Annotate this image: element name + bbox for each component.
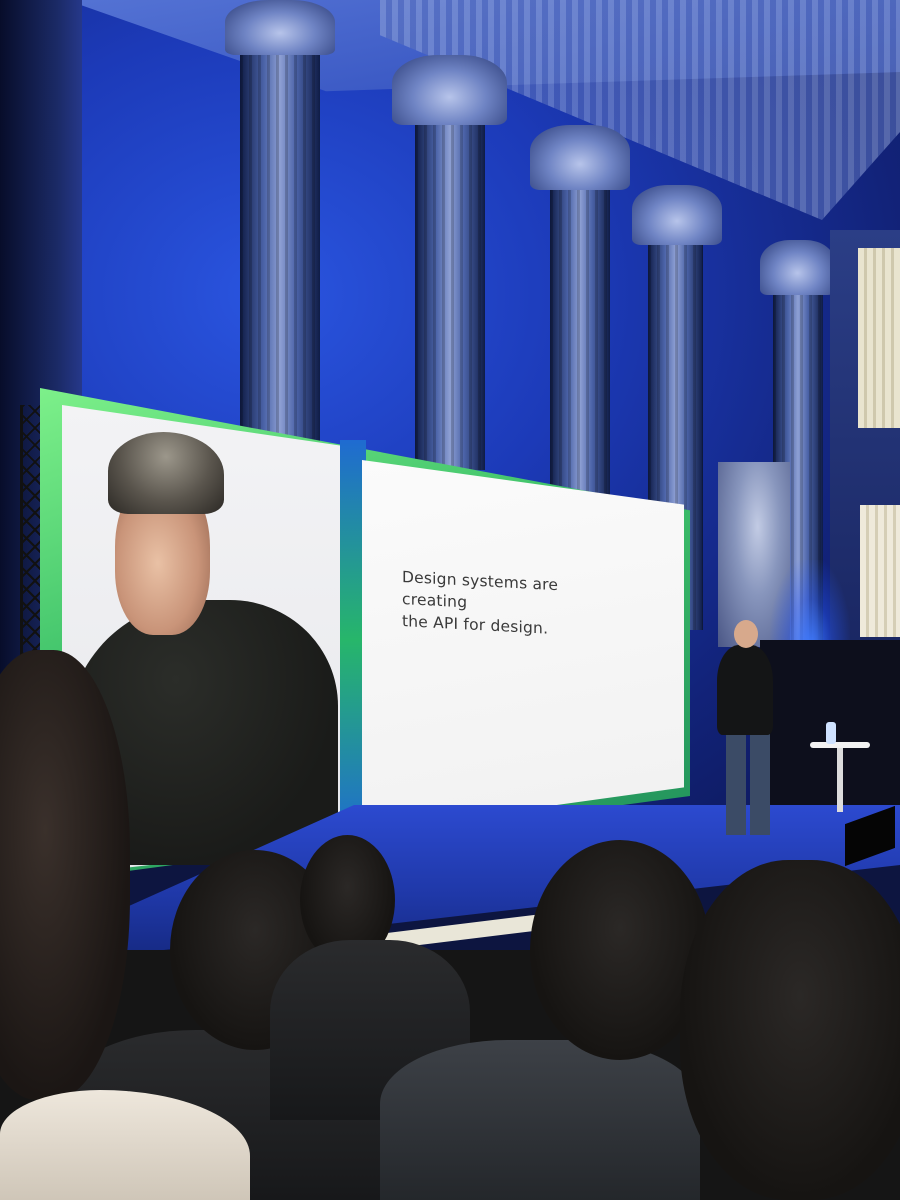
speaker-video-hair: [108, 432, 224, 514]
window-curtain-lower: [860, 505, 900, 637]
column-3: [550, 175, 610, 495]
column-2: [415, 100, 485, 470]
live-speaker-head: [734, 620, 758, 648]
audience-head-foreground: [0, 650, 130, 1100]
window-curtain: [858, 248, 900, 428]
live-speaker-body: [717, 645, 773, 735]
water-bottle: [826, 722, 836, 744]
column-5-capital: [760, 240, 835, 295]
conference-photo: Design systems are creating the API for …: [0, 0, 900, 1200]
column-1-capital: [225, 0, 335, 55]
side-table: [810, 742, 870, 812]
audience-shoulders-3: [380, 1040, 700, 1200]
presentation-slide: [362, 460, 684, 832]
column-4-capital: [632, 185, 722, 245]
slide-text: Design systems are creating the API for …: [402, 566, 612, 643]
column-3-capital: [530, 125, 630, 190]
column-2-capital: [392, 55, 507, 125]
live-speaker-legs: [726, 730, 770, 835]
column-1: [240, 30, 320, 450]
audience-head-4: [680, 860, 900, 1200]
